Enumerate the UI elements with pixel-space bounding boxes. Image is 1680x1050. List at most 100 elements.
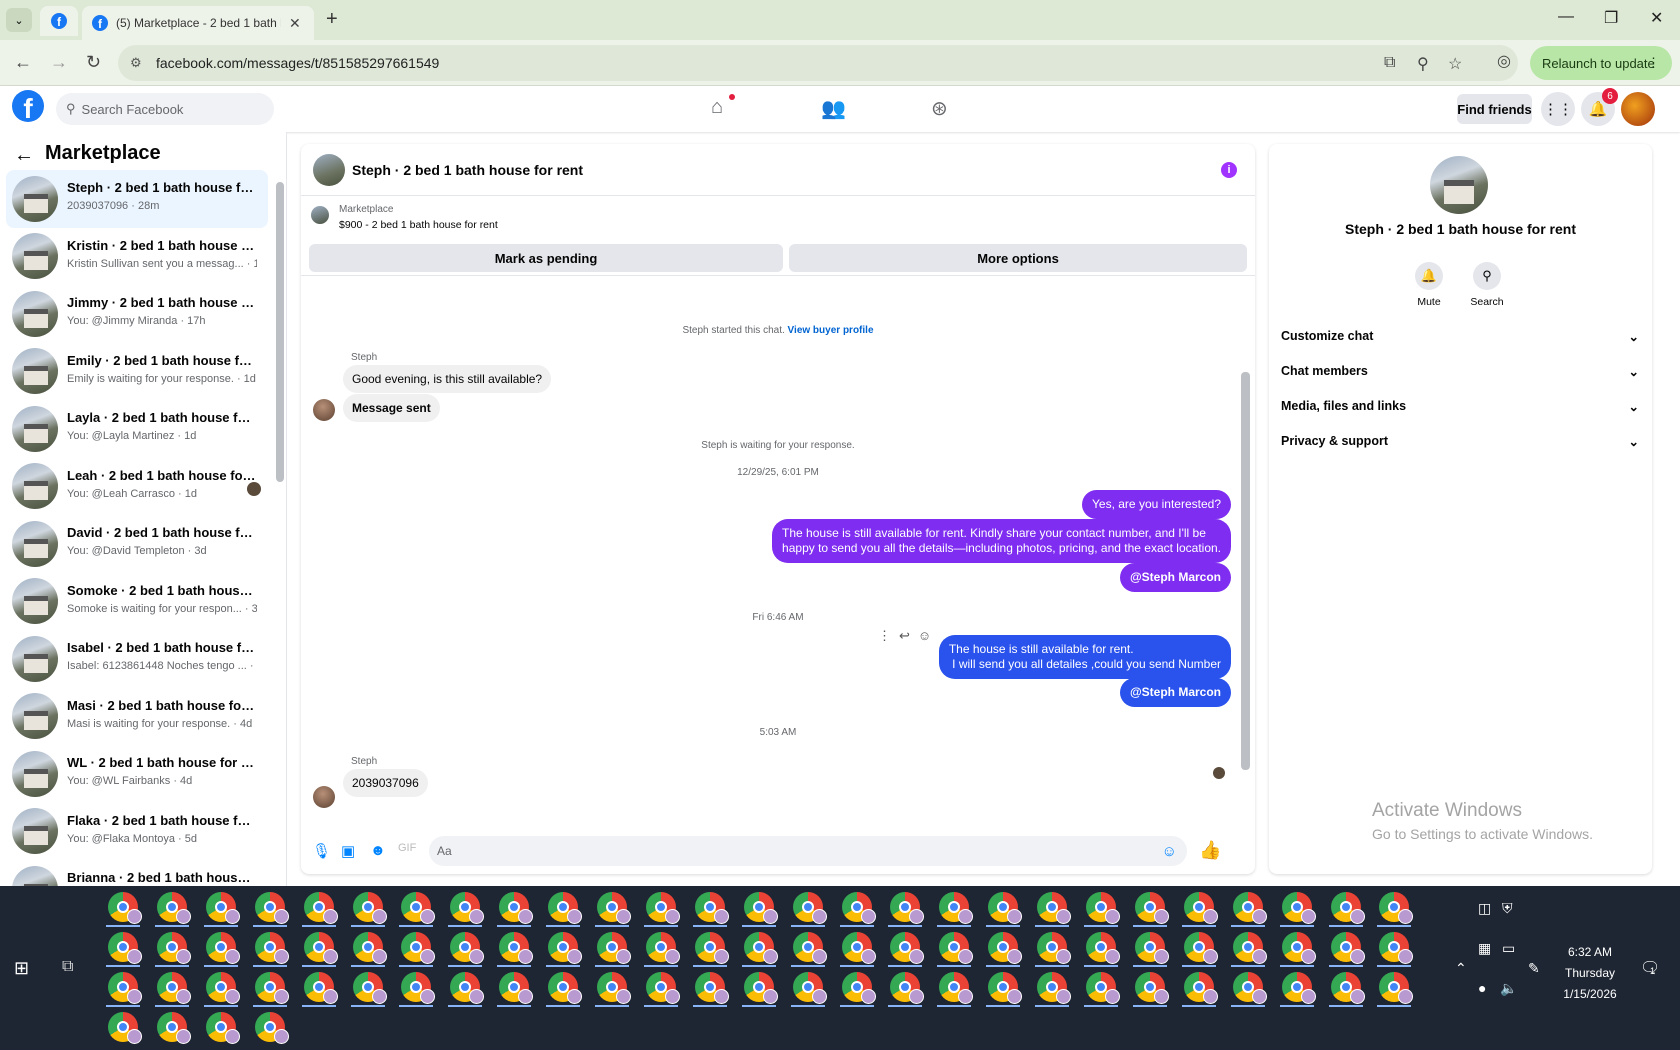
menu-dots-icon[interactable]: ⋮: [1647, 55, 1660, 71]
more-icon[interactable]: ⋮: [878, 628, 891, 644]
outgoing-message[interactable]: Yes, are you interested?: [1082, 490, 1231, 519]
security-icon[interactable]: ⛨: [1502, 900, 1513, 917]
emoji-icon[interactable]: ☺: [1162, 843, 1177, 860]
chrome-taskbar-icon[interactable]: [352, 972, 387, 1004]
chrome-taskbar-icon[interactable]: [1281, 892, 1316, 924]
chrome-taskbar-icon[interactable]: [1232, 892, 1267, 924]
relaunch-button[interactable]: Relaunch to update ⋮: [1530, 46, 1672, 80]
chrome-taskbar-icon[interactable]: [108, 972, 142, 1004]
friends-icon[interactable]: 👥: [821, 96, 846, 121]
view-buyer-profile-link[interactable]: View buyer profile: [788, 325, 874, 336]
conversation-item[interactable]: Brianna · 2 bed 1 bath house for...: [6, 860, 268, 886]
chrome-taskbar-icon[interactable]: [401, 892, 436, 924]
conversation-item[interactable]: Masi · 2 bed 1 bath house for rent Masi i…: [6, 688, 268, 746]
menu-grid-icon[interactable]: ⋮⋮: [1541, 92, 1575, 126]
facebook-logo[interactable]: f: [12, 90, 44, 123]
conversation-item[interactable]: Steph · 2 bed 1 bath house for r... 20390…: [6, 170, 268, 228]
chrome-taskbar-icon[interactable]: [743, 972, 778, 1004]
chrome-taskbar-icon[interactable]: [254, 972, 289, 1004]
chrome-taskbar-icon[interactable]: [792, 932, 827, 964]
chrome-taskbar-icon[interactable]: [1379, 932, 1414, 964]
chrome-taskbar-icon[interactable]: [597, 892, 631, 924]
chat-title[interactable]: Steph · 2 bed 1 bath house for rent: [352, 162, 583, 178]
groups-icon[interactable]: ⊛: [931, 96, 948, 121]
chrome-taskbar-icon[interactable]: [1086, 892, 1120, 924]
chrome-taskbar-icon[interactable]: [450, 972, 485, 1004]
chrome-taskbar-icon[interactable]: [108, 1012, 142, 1044]
forward-icon[interactable]: →: [50, 52, 68, 73]
minimize-icon[interactable]: —: [1558, 8, 1574, 26]
chrome-taskbar-icon[interactable]: [254, 892, 289, 924]
meet-now-icon[interactable]: ◫: [1478, 900, 1491, 917]
privacy-support-section[interactable]: Privacy & support ⌄: [1281, 434, 1639, 449]
chrome-taskbar-icon[interactable]: [156, 892, 191, 924]
chrome-taskbar-icon[interactable]: [401, 972, 436, 1004]
conversation-item[interactable]: Kristin · 2 bed 1 bath house for r... Kri…: [6, 228, 268, 286]
chrome-taskbar-icon[interactable]: [694, 972, 729, 1004]
bookmark-star-icon[interactable]: ☆: [1448, 54, 1462, 74]
chrome-taskbar-icon[interactable]: [792, 892, 827, 924]
chrome-taskbar-icon[interactable]: [205, 972, 240, 1004]
widget-icon[interactable]: ▦: [1478, 940, 1491, 957]
outgoing-message[interactable]: @Steph Marcon: [1119, 563, 1231, 592]
chrome-taskbar-icon[interactable]: [890, 892, 925, 924]
chrome-taskbar-icon[interactable]: [597, 932, 631, 964]
profile-icon[interactable]: ◎: [1497, 51, 1511, 71]
tab-close-icon[interactable]: ✕: [289, 15, 301, 32]
chrome-taskbar-icon[interactable]: [1183, 932, 1218, 964]
chrome-taskbar-icon[interactable]: [841, 932, 876, 964]
home-icon[interactable]: ⌂: [711, 94, 735, 119]
chrome-taskbar-icon[interactable]: [1086, 972, 1120, 1004]
chrome-taskbar-icon[interactable]: [1330, 932, 1365, 964]
chrome-taskbar-icon[interactable]: [841, 892, 876, 924]
chrome-taskbar-icon[interactable]: [1037, 892, 1072, 924]
chrome-taskbar-icon[interactable]: [939, 892, 974, 924]
chrome-taskbar-icon[interactable]: [1134, 932, 1169, 964]
chrome-taskbar-icon[interactable]: [450, 932, 485, 964]
chrome-taskbar-icon[interactable]: [156, 1012, 191, 1044]
chrome-taskbar-icon[interactable]: [499, 972, 534, 1004]
chrome-taskbar-icon[interactable]: [890, 972, 925, 1004]
conversation-item[interactable]: Layla · 2 bed 1 bath house for re... You:…: [6, 400, 268, 458]
chrome-taskbar-icon[interactable]: [939, 972, 974, 1004]
chrome-taskbar-icon[interactable]: [890, 932, 925, 964]
chrome-taskbar-icon[interactable]: [694, 932, 729, 964]
conversation-item[interactable]: Flaka · 2 bed 1 bath house for re... You:…: [6, 803, 268, 861]
outgoing-message[interactable]: @Steph Marcon: [1119, 678, 1231, 707]
reload-icon[interactable]: ↻: [86, 52, 101, 73]
chrome-taskbar-icon[interactable]: [1183, 892, 1218, 924]
chrome-taskbar-icon[interactable]: [1037, 972, 1072, 1004]
conversation-item[interactable]: David · 2 bed 1 bath house for r... You: …: [6, 515, 268, 573]
conversation-item[interactable]: Jimmy · 2 bed 1 bath house for ... You: @…: [6, 285, 268, 343]
search-button[interactable]: ⚲ Search: [1457, 262, 1517, 308]
chrome-taskbar-icon[interactable]: [303, 892, 338, 924]
chrome-taskbar-icon[interactable]: [743, 932, 778, 964]
back-arrow-icon[interactable]: ←: [14, 144, 34, 167]
chrome-taskbar-icon[interactable]: [792, 972, 827, 1004]
chrome-taskbar-icon[interactable]: [988, 892, 1023, 924]
windows-start-icon[interactable]: ⊞: [14, 958, 29, 979]
photo-icon[interactable]: ▣: [341, 842, 355, 860]
sticker-icon[interactable]: ☻: [370, 842, 386, 859]
sidebar-scrollbar[interactable]: [276, 182, 284, 482]
chrome-taskbar-icon[interactable]: [548, 892, 583, 924]
account-avatar[interactable]: [1621, 92, 1655, 126]
chrome-taskbar-icon[interactable]: [597, 972, 631, 1004]
incoming-message[interactable]: Message sent: [343, 394, 440, 422]
chrome-taskbar-icon[interactable]: [205, 1012, 240, 1044]
show-hidden-icons-icon[interactable]: ⌃: [1455, 960, 1467, 977]
chrome-taskbar-icon[interactable]: [1232, 972, 1267, 1004]
new-tab-icon[interactable]: +: [326, 8, 338, 31]
chrome-taskbar-icon[interactable]: [108, 892, 142, 924]
facebook-search-input[interactable]: ⚲ Search Facebook: [56, 93, 274, 125]
network-icon[interactable]: ▭: [1502, 940, 1515, 957]
chrome-taskbar-icon[interactable]: [1086, 932, 1120, 964]
chrome-taskbar-icon[interactable]: [841, 972, 876, 1004]
chrome-taskbar-icon[interactable]: [450, 892, 485, 924]
chrome-taskbar-icon[interactable]: [1281, 932, 1316, 964]
tab-facebook[interactable]: f: [40, 6, 78, 36]
chat-members-section[interactable]: Chat members ⌄: [1281, 364, 1639, 379]
notification-center-icon[interactable]: 🗨 1: [1640, 958, 1660, 978]
gif-icon[interactable]: GIF: [398, 842, 416, 854]
like-icon[interactable]: 👍: [1199, 840, 1221, 861]
